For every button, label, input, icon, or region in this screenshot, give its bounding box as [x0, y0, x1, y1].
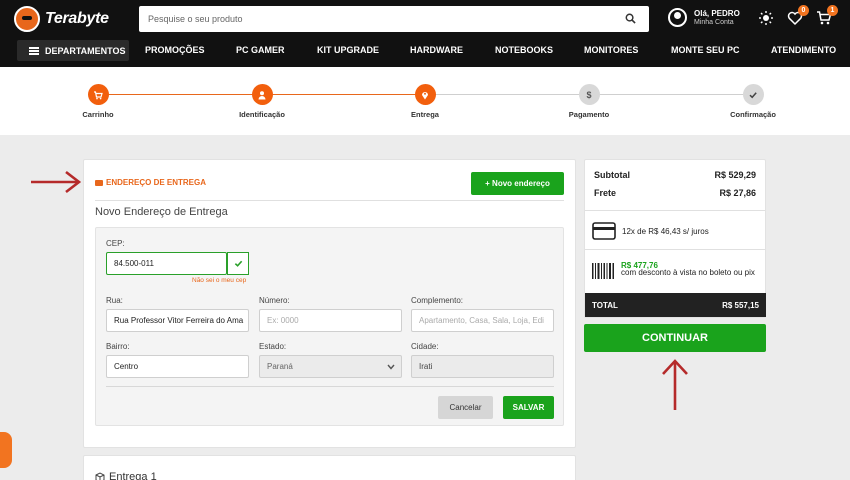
- installments-text: 12x de R$ 46,43 s/ juros: [622, 227, 709, 236]
- user-icon: [668, 8, 687, 27]
- nav-item-pc-gamer[interactable]: PC GAMER: [236, 45, 285, 55]
- divider: [95, 200, 564, 201]
- cart-button[interactable]: 1: [816, 5, 838, 26]
- checkout-progress: Carrinho Identificação Entrega $ Pagamen…: [0, 67, 850, 135]
- chevron-down-icon: [387, 364, 395, 370]
- account-menu[interactable]: Olá, PEDRO Minha Conta: [668, 8, 740, 27]
- street-label: Rua:: [106, 296, 123, 305]
- shipping-label: Frete: [594, 188, 617, 198]
- favorites-badge: 0: [798, 5, 809, 16]
- address-form: CEP: Não sei o meu cep Rua: Número: Comp…: [95, 227, 564, 426]
- search-bar: [139, 6, 649, 32]
- step-label: Carrinho: [82, 110, 114, 119]
- account-link: Minha Conta: [694, 18, 734, 26]
- continue-button[interactable]: CONTINUAR: [584, 324, 766, 352]
- theme-toggle-icon[interactable]: [758, 10, 774, 26]
- total-label: TOTAL: [592, 301, 618, 310]
- state-select[interactable]: Paraná: [259, 355, 402, 378]
- main-nav: DEPARTAMENTOS PROMOÇÕES PC GAMER KIT UPG…: [0, 40, 850, 61]
- check-step-icon: [742, 84, 764, 105]
- barcode-icon: [592, 263, 614, 279]
- new-address-button[interactable]: + Novo endereço: [471, 172, 564, 195]
- address-section-title: ENDEREÇO DE ENTREGA: [95, 178, 206, 187]
- nav-item-monte-seu-pc[interactable]: MONTE SEU PC: [671, 45, 740, 55]
- nav-item-atendimento[interactable]: ATENDIMENTO: [771, 45, 836, 55]
- subtotal-label: Subtotal: [594, 170, 630, 180]
- terabyte-logo[interactable]: Terabyte: [14, 6, 109, 32]
- delivery-title: Entrega 1: [109, 471, 157, 480]
- user-step-icon: [251, 84, 273, 105]
- divider: [106, 386, 554, 387]
- cep-input[interactable]: [106, 252, 227, 275]
- nav-item-hardware[interactable]: HARDWARE: [410, 45, 463, 55]
- shipping-value: R$ 27,86: [719, 188, 756, 198]
- menu-icon: [29, 46, 39, 55]
- divider: [585, 249, 765, 250]
- district-label: Bairro:: [106, 342, 130, 351]
- step-carrinho[interactable]: Carrinho: [48, 84, 148, 119]
- mascot-icon: [14, 6, 40, 32]
- departments-button[interactable]: DEPARTAMENTOS: [17, 40, 129, 61]
- truck-icon: [95, 179, 103, 186]
- departments-label: DEPARTAMENTOS: [45, 45, 126, 56]
- step-label: Pagamento: [568, 110, 610, 119]
- map-pin-step-icon: [414, 84, 436, 105]
- save-button[interactable]: SALVAR: [503, 396, 554, 419]
- nav-item-promocoes[interactable]: PROMOÇÕES: [145, 45, 205, 55]
- step-entrega[interactable]: Entrega: [375, 84, 475, 119]
- delivery-card: Entrega 1: [83, 455, 576, 480]
- favorites-button[interactable]: 0: [787, 5, 809, 26]
- address-section-label: ENDEREÇO DE ENTREGA: [106, 178, 207, 187]
- cancel-button[interactable]: Cancelar: [438, 396, 493, 419]
- divider: [585, 210, 765, 211]
- total-value: R$ 557,15: [722, 301, 759, 310]
- cep-label: CEP:: [106, 239, 125, 248]
- account-greeting: Olá, PEDRO: [694, 8, 740, 18]
- address-card: ENDEREÇO DE ENTREGA + Novo endereço Novo…: [83, 159, 576, 448]
- header: Terabyte Olá, PEDRO Minha Conta 0: [0, 0, 850, 67]
- step-identificacao[interactable]: Identificação: [212, 84, 312, 119]
- logo-text: Terabyte: [45, 10, 109, 27]
- search-icon[interactable]: [625, 13, 636, 24]
- step-label: Entrega: [411, 110, 439, 119]
- street-input[interactable]: [106, 309, 249, 332]
- district-input[interactable]: [106, 355, 249, 378]
- side-widget-tab[interactable]: [0, 432, 12, 468]
- dollar-step-icon: $: [578, 84, 600, 105]
- nav-item-monitores[interactable]: MONITORES: [584, 45, 638, 55]
- box-icon: [95, 472, 105, 480]
- cart-step-icon: [87, 84, 109, 105]
- order-summary: Subtotal R$ 529,29 Frete R$ 27,86 12x de…: [584, 159, 766, 318]
- number-label: Número:: [259, 296, 290, 305]
- step-label: Confirmação: [730, 110, 776, 119]
- city-label: Cidade:: [411, 342, 439, 351]
- step-confirmacao: Confirmação: [703, 84, 803, 119]
- complement-label: Complemento:: [411, 296, 464, 305]
- credit-card-icon: [592, 222, 616, 240]
- annotation-arrow-up-icon: [662, 359, 688, 410]
- state-label: Estado:: [259, 342, 287, 351]
- total-row: TOTAL R$ 557,15: [585, 293, 766, 317]
- nav-item-kit-upgrade[interactable]: KIT UPGRADE: [317, 45, 379, 55]
- cart-badge: 1: [827, 5, 838, 16]
- annotation-arrow-right-icon: [31, 170, 82, 194]
- subtotal-row: Subtotal R$ 529,29: [594, 170, 756, 180]
- complement-input[interactable]: [411, 309, 554, 332]
- subtotal-value: R$ 529,29: [714, 170, 756, 180]
- search-input[interactable]: [148, 11, 608, 27]
- nav-item-notebooks[interactable]: NOTEBOOKS: [495, 45, 553, 55]
- new-address-title: Novo Endereço de Entrega: [95, 206, 228, 218]
- city-input[interactable]: [411, 355, 554, 378]
- cep-valid-check: [227, 252, 249, 275]
- number-input[interactable]: [259, 309, 402, 332]
- cep-help-link[interactable]: Não sei o meu cep: [192, 277, 246, 284]
- step-label: Identificação: [239, 110, 285, 119]
- step-pagamento: $ Pagamento: [539, 84, 639, 119]
- shipping-row: Frete R$ 27,86: [594, 188, 756, 198]
- state-value: Paraná: [267, 362, 293, 371]
- boleto-description: com desconto à vista no boleto ou pix: [621, 268, 755, 277]
- check-icon: [234, 260, 242, 267]
